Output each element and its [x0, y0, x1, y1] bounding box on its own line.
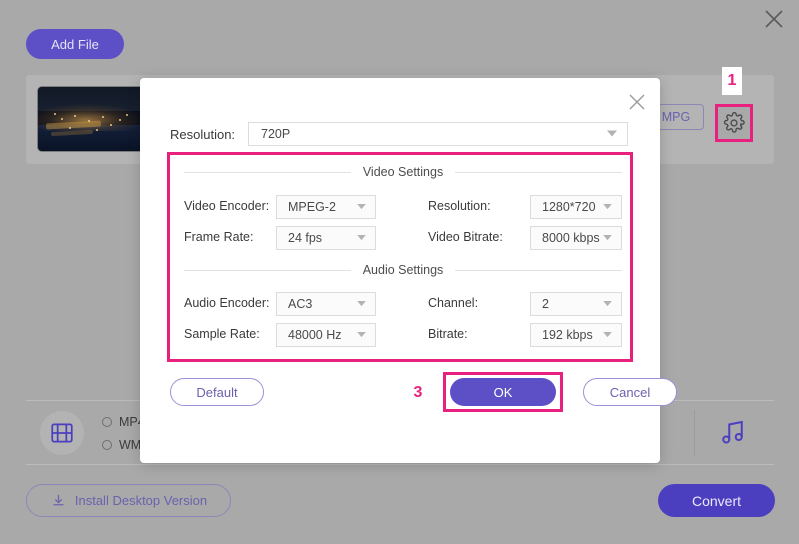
ok-label: OK	[494, 385, 513, 400]
video-encoder-value: MPEG-2	[288, 200, 336, 214]
settings-highlight-box: Video Settings Video Encoder: MPEG-2 Res…	[167, 152, 633, 362]
install-desktop-version-button[interactable]: Install Desktop Version	[26, 484, 231, 517]
default-button[interactable]: Default	[170, 378, 264, 406]
video-settings-dialog: Resolution: 720P 2 Video Settings Video …	[140, 78, 660, 463]
convert-label: Convert	[692, 493, 741, 509]
step-1-badge: 1	[722, 67, 742, 95]
chevron-down-icon	[357, 332, 366, 338]
chevron-down-icon	[357, 301, 366, 307]
top-resolution-row: Resolution: 720P	[170, 122, 630, 146]
channel-label: Channel:	[428, 296, 478, 310]
download-icon	[50, 492, 67, 509]
cancel-label: Cancel	[610, 385, 650, 400]
audio-bitrate-value: 192 kbps	[542, 328, 593, 342]
audio-settings-title: Audio Settings	[351, 263, 456, 277]
audio-encoder-select[interactable]: AC3	[276, 292, 376, 316]
frame-rate-value: 24 fps	[288, 231, 322, 245]
chevron-down-icon	[603, 204, 612, 210]
video-bitrate-select[interactable]: 8000 kbps	[530, 226, 622, 250]
gear-icon	[723, 112, 745, 134]
audio-encoder-label: Audio Encoder:	[184, 296, 269, 310]
chevron-down-icon	[603, 301, 612, 307]
row-sample-rate: Sample Rate: 48000 Hz Bitrate: 192 kbps	[170, 323, 630, 347]
chevron-down-icon	[607, 131, 617, 138]
row-frame-rate: Frame Rate: 24 fps Video Bitrate: 8000 k…	[170, 226, 630, 250]
output-resolution-value: 1280*720	[542, 200, 596, 214]
add-file-button[interactable]: Add File	[26, 29, 124, 59]
close-icon	[759, 4, 789, 34]
radio-icon	[102, 440, 112, 450]
chevron-down-icon	[357, 235, 366, 241]
output-resolution-select[interactable]: 1280*720	[530, 195, 622, 219]
audio-encoder-value: AC3	[288, 297, 312, 311]
ok-button[interactable]: OK	[450, 378, 556, 406]
channel-select[interactable]: 2	[530, 292, 622, 316]
film-strip-icon	[49, 420, 75, 446]
radio-icon	[102, 417, 112, 427]
close-icon	[625, 90, 649, 114]
video-settings-header: Video Settings	[184, 165, 622, 179]
dialog-close-button[interactable]	[625, 90, 649, 114]
chevron-down-icon	[603, 235, 612, 241]
output-resolution-label: Resolution:	[428, 199, 491, 213]
sample-rate-value: 48000 Hz	[288, 328, 342, 342]
frame-rate-label: Frame Rate:	[184, 230, 253, 244]
step-1-label: 1	[728, 72, 737, 90]
top-resolution-select[interactable]: 720P	[248, 122, 628, 146]
audio-category-button[interactable]	[718, 417, 748, 452]
step-3-badge: 3	[410, 382, 426, 404]
convert-button[interactable]: Convert	[658, 484, 775, 517]
video-encoder-label: Video Encoder:	[184, 199, 269, 213]
cancel-button[interactable]: Cancel	[583, 378, 677, 406]
add-file-label: Add File	[51, 37, 99, 52]
top-resolution-label: Resolution:	[170, 127, 248, 142]
output-format-label: MPG	[662, 110, 690, 124]
video-category-button[interactable]	[40, 411, 84, 455]
step-3-label: 3	[414, 384, 423, 402]
video-encoder-select[interactable]: MPEG-2	[276, 195, 376, 219]
video-bitrate-label: Video Bitrate:	[428, 230, 503, 244]
app-root: Add File MPG	[0, 0, 799, 544]
chevron-down-icon	[357, 204, 366, 210]
top-resolution-value: 720P	[261, 127, 290, 141]
dialog-footer: Default 3 OK Cancel	[140, 378, 660, 438]
sample-rate-select[interactable]: 48000 Hz	[276, 323, 376, 347]
install-label: Install Desktop Version	[75, 493, 207, 508]
settings-gear-button[interactable]	[715, 104, 753, 142]
chevron-down-icon	[603, 332, 612, 338]
sample-rate-label: Sample Rate:	[184, 327, 260, 341]
music-note-icon	[718, 417, 748, 447]
audio-bitrate-label: Bitrate:	[428, 327, 468, 341]
video-settings-title: Video Settings	[351, 165, 455, 179]
frame-rate-select[interactable]: 24 fps	[276, 226, 376, 250]
video-bitrate-value: 8000 kbps	[542, 231, 600, 245]
row-video-encoder: Video Encoder: MPEG-2 Resolution: 1280*7…	[170, 195, 630, 219]
window-close-button[interactable]	[759, 4, 789, 34]
channel-value: 2	[542, 297, 549, 311]
row-audio-encoder: Audio Encoder: AC3 Channel: 2	[170, 292, 630, 316]
audio-bitrate-select[interactable]: 192 kbps	[530, 323, 622, 347]
bar-divider	[694, 410, 695, 456]
video-thumbnail[interactable]	[37, 86, 145, 152]
audio-settings-header: Audio Settings	[184, 263, 622, 277]
default-label: Default	[196, 385, 237, 400]
